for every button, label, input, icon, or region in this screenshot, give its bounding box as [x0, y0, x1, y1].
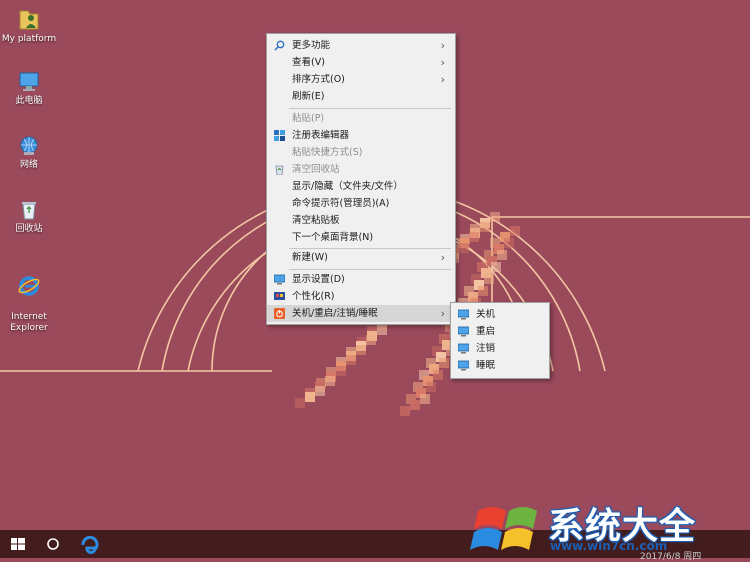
user-folder-icon [19, 10, 39, 30]
menu-item-power-options[interactable]: 关机/重启/注销/睡眠 › [267, 305, 455, 322]
menu-item-empty-recycle-bin[interactable]: 清空回收站 [267, 161, 455, 178]
power-icon [274, 308, 285, 319]
chevron-right-icon: › [440, 307, 445, 320]
menu-separator [289, 269, 451, 270]
chevron-right-icon: › [440, 251, 445, 264]
windows-start-icon [11, 538, 25, 550]
submenu-item-logoff[interactable]: 注销 [451, 340, 549, 357]
menu-item-label: 个性化(R) [292, 291, 335, 302]
power-submenu: 关机 重启 注销 睡眠 [450, 302, 550, 379]
menu-item-label: 排序方式(O) [292, 74, 345, 85]
chevron-right-icon: › [440, 39, 445, 52]
desktop-icon-label: Internet Explorer [10, 312, 48, 333]
submenu-item-restart[interactable]: 重启 [451, 323, 549, 340]
menu-item-view[interactable]: 查看(V) › [267, 54, 455, 71]
desktop-icon-label: My platform [1, 34, 57, 44]
chevron-right-icon: › [440, 56, 445, 69]
submenu-item-label: 重启 [476, 326, 496, 337]
menu-item-personalize[interactable]: 个性化(R) [267, 288, 455, 305]
watermark-url: www.win7cn.com [550, 539, 668, 553]
desktop-icon-this-pc[interactable]: 此电脑 [0, 71, 64, 107]
cortana-circle-icon [47, 538, 59, 550]
menu-item-refresh[interactable]: 刷新(E) [267, 88, 455, 105]
desktop-icon-my-platform[interactable]: My platform [0, 7, 64, 45]
menu-item-paste[interactable]: 粘贴(P) [267, 110, 455, 127]
menu-item-label: 粘贴快捷方式(S) [292, 147, 363, 158]
recycle-bin-icon [22, 202, 36, 220]
desktop-icon-label: 回收站 [15, 224, 43, 234]
desktop-icon-label: 此电脑 [15, 96, 43, 106]
edge-button[interactable] [74, 530, 106, 558]
menu-item-next-desktop-background[interactable]: 下一个桌面背景(N) [267, 229, 455, 246]
menu-item-new[interactable]: 新建(W) › [267, 249, 455, 266]
personalize-icon [274, 292, 285, 300]
menu-item-label: 新建(W) [292, 252, 328, 263]
submenu-item-label: 睡眠 [476, 360, 496, 371]
cortana-button[interactable] [38, 530, 68, 558]
submenu-item-shutdown[interactable]: 关机 [451, 306, 549, 323]
ie-icon [18, 276, 40, 296]
site-watermark: 系统大全 www.win7cn.com [468, 495, 750, 558]
monitor-icon [458, 360, 469, 371]
submenu-item-label: 关机 [476, 309, 496, 320]
registry-icon [274, 130, 285, 141]
menu-item-registry-editor[interactable]: 注册表编辑器 [267, 127, 455, 144]
menu-item-label: 粘贴(P) [292, 113, 325, 124]
menu-separator [289, 108, 451, 109]
network-icon [20, 136, 38, 155]
recycle-icon [275, 165, 284, 175]
menu-item-label: 显示设置(D) [292, 274, 345, 285]
menu-item-label: 注册表编辑器 [292, 130, 350, 141]
menu-item-admin-command-prompt[interactable]: 命令提示符(管理员)(A) [267, 195, 455, 212]
menu-item-label: 清空粘贴板 [292, 215, 340, 226]
menu-item-paste-shortcut[interactable]: 粘贴快捷方式(S) [267, 144, 455, 161]
display-icon [274, 274, 285, 285]
menu-item-label: 下一个桌面背景(N) [292, 232, 374, 243]
menu-item-more-functions[interactable]: 更多功能 › [267, 37, 455, 54]
edge-icon [81, 535, 99, 554]
computer-icon [19, 72, 39, 91]
menu-item-label: 更多功能 [292, 40, 331, 51]
desktop-icon-internet-explorer[interactable]: Internet Explorer [0, 263, 64, 334]
menu-item-label: 查看(V) [292, 57, 325, 68]
menu-item-label: 关机/重启/注销/睡眠 [292, 308, 378, 319]
menu-item-label: 刷新(E) [292, 91, 325, 102]
desktop-icon-label: 网络 [19, 160, 38, 170]
desktop-context-menu: 更多功能 › 查看(V) › 排序方式(O) › 刷新(E) 粘贴(P) 注册表… [266, 33, 456, 325]
monitor-icon [458, 343, 469, 354]
monitor-icon [458, 326, 469, 337]
menu-item-sort-by[interactable]: 排序方式(O) › [267, 71, 455, 88]
submenu-item-label: 注销 [476, 343, 496, 354]
chevron-right-icon: › [440, 73, 445, 86]
submenu-item-sleep[interactable]: 睡眠 [451, 357, 549, 374]
desktop-icon-recycle-bin[interactable]: 回收站 [0, 199, 64, 235]
menu-item-label: 显示/隐藏（文件夹/文件） [292, 181, 403, 192]
menu-item-show-hide-files[interactable]: 显示/隐藏（文件夹/文件） [267, 178, 455, 195]
windows-flag-logo-icon [470, 507, 537, 550]
menu-item-label: 清空回收站 [292, 164, 340, 175]
menu-item-clear-clipboard[interactable]: 清空粘贴板 [267, 212, 455, 229]
menu-item-display-settings[interactable]: 显示设置(D) [267, 271, 455, 288]
menu-item-label: 命令提示符(管理员)(A) [292, 198, 390, 209]
monitor-icon [458, 309, 469, 320]
start-button[interactable] [0, 530, 36, 558]
desktop-icon-network[interactable]: 网络 [0, 135, 64, 171]
search-icon [274, 40, 285, 51]
